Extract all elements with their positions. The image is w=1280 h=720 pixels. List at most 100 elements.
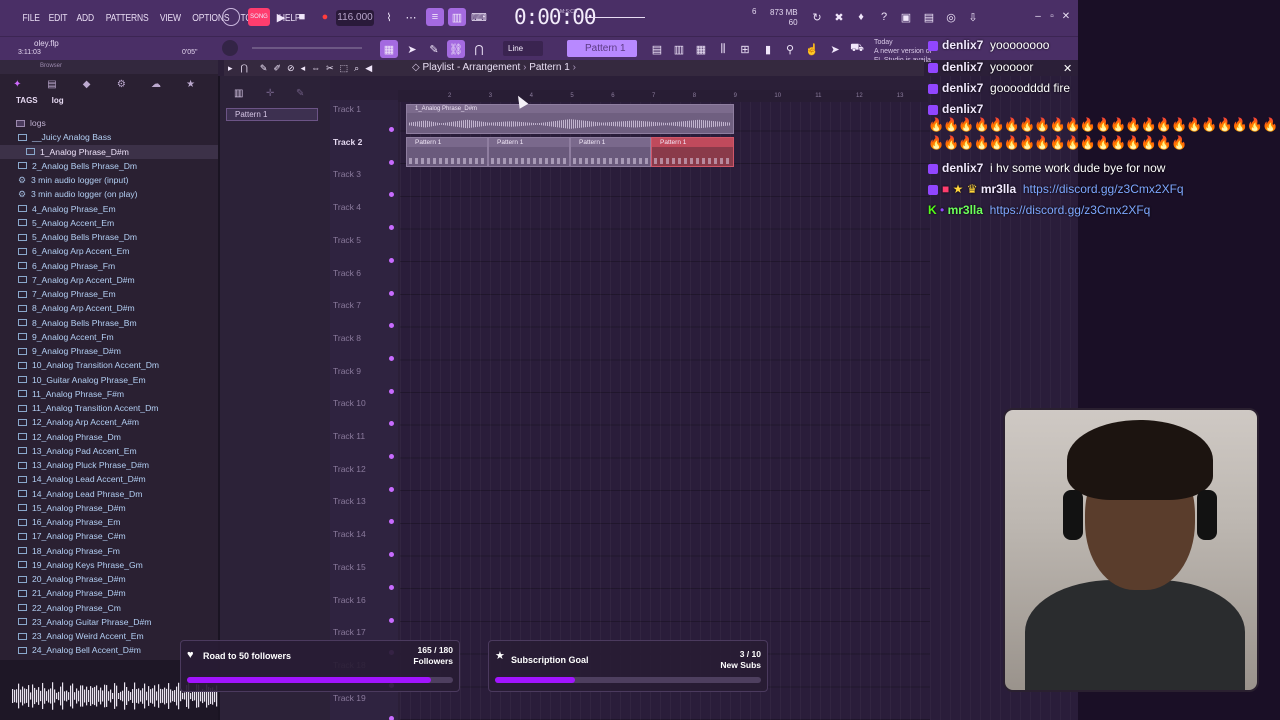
chat-link[interactable]: https://discord.gg/z3Cmx2XFq xyxy=(1023,182,1184,196)
database-icon[interactable]: ⚙ xyxy=(115,79,127,91)
browser-file-item[interactable]: 13_Analog Pluck Phrase_D#m xyxy=(0,458,218,472)
track-mute-led[interactable] xyxy=(389,421,394,427)
playlist-breadcrumb[interactable]: Pattern 1 xyxy=(529,62,570,73)
menu-patterns[interactable]: PATTERNS xyxy=(103,13,151,24)
arrow-icon[interactable]: ➤ xyxy=(403,40,421,58)
magnet-snap-icon[interactable]: ⋂ xyxy=(241,63,248,74)
track-mute-led[interactable] xyxy=(389,715,394,720)
close-icon[interactable]: ✕ xyxy=(1060,11,1072,23)
pointer-icon[interactable]: ➤ xyxy=(826,40,844,58)
browser-file-item[interactable]: 13_Analog Pad Accent_Em xyxy=(0,444,218,458)
restore-icon[interactable]: ▫ xyxy=(1046,11,1058,23)
cloud-icon[interactable]: ☁ xyxy=(150,79,162,91)
slip-tool-icon[interactable]: ⇔ xyxy=(311,63,320,73)
browser-file-item[interactable]: 20_Analog Phrase_D#m xyxy=(0,572,218,586)
pencil-icon[interactable]: ✎ xyxy=(425,40,443,58)
pattern-clip-selected[interactable]: Pattern 1 xyxy=(651,137,734,167)
log-label[interactable]: log xyxy=(52,96,64,110)
plug-icon[interactable]: ⚲ xyxy=(781,40,799,58)
browser-file-item[interactable]: 14_Analog Lead Phrase_Dm xyxy=(0,487,218,501)
track-label[interactable]: Track 17 xyxy=(333,627,366,637)
edit-icon[interactable]: ✎ xyxy=(296,88,304,99)
track-mute-led[interactable] xyxy=(389,552,394,558)
play-icon[interactable]: ▶ xyxy=(272,8,290,26)
stop-icon[interactable]: ■ xyxy=(293,8,311,26)
pattern-clip[interactable]: Pattern 1 xyxy=(570,137,651,167)
menu-edit[interactable]: EDIT xyxy=(46,13,70,24)
playlist-icon[interactable]: ▤ xyxy=(648,40,666,58)
pattern-clip[interactable]: Pattern 1 xyxy=(406,137,488,167)
piano-roll-icon[interactable]: ▦ xyxy=(380,40,398,58)
chat-link[interactable]: https://discord.gg/z3Cmx2XFq xyxy=(990,203,1151,217)
browser-file-item[interactable]: 11_Analog Phrase_F#m xyxy=(0,387,218,401)
menu-add[interactable]: ADD xyxy=(74,13,97,24)
browser-file-item[interactable]: 4_Analog Phrase_Em xyxy=(0,202,218,216)
master-volume-knob-icon[interactable] xyxy=(222,8,240,26)
pattern-clip[interactable]: Pattern 1 xyxy=(488,137,570,167)
track-label[interactable]: Track 5 xyxy=(333,235,361,245)
track-label[interactable]: Track 12 xyxy=(333,464,366,474)
cart-icon[interactable]: ⛟ xyxy=(848,40,866,58)
track-label[interactable]: Track 4 xyxy=(333,202,361,212)
track-label[interactable]: Track 14 xyxy=(333,529,366,539)
playback-tool-icon[interactable]: ◀ xyxy=(365,63,372,74)
link-icon[interactable]: ⛓ xyxy=(447,40,465,58)
track-label[interactable]: Track 1 xyxy=(333,104,361,114)
slice-tool-icon[interactable]: ✂ xyxy=(326,63,334,74)
browser-file-item[interactable]: __Juicy Analog Bass xyxy=(0,130,218,144)
browser-file-item[interactable]: 2_Analog Bells Phrase_Dm xyxy=(0,159,218,173)
chat-close-icon[interactable]: ✕ xyxy=(1063,62,1072,75)
browser-file-item[interactable]: 12_Analog Arp Accent_A#m xyxy=(0,415,218,429)
track-mute-led[interactable] xyxy=(389,617,394,623)
track-label[interactable]: Track 16 xyxy=(333,595,366,605)
microphone-icon[interactable]: ♦ xyxy=(852,8,870,26)
browser-file-item[interactable]: ⚙ 3 min audio logger (input) xyxy=(0,173,218,187)
track-mute-led[interactable] xyxy=(389,454,394,459)
project-icon[interactable]: ▮ xyxy=(759,40,777,58)
browser-file-item[interactable]: 9_Analog Accent_Fm xyxy=(0,330,218,344)
browser-file-item[interactable]: 7_Analog Phrase_Em xyxy=(0,287,218,301)
undo-history-icon[interactable]: ↻ xyxy=(808,8,826,26)
track-mute-led[interactable] xyxy=(389,323,394,329)
all-icon[interactable]: ✦ xyxy=(11,79,23,91)
track-label[interactable]: Track 9 xyxy=(333,366,361,376)
browser-file-item[interactable]: 5_Analog Accent_Em xyxy=(0,216,218,230)
browser-file-item[interactable]: 8_Analog Bells Phrase_Bm xyxy=(0,316,218,330)
piano-keys-icon[interactable]: ▥ xyxy=(234,88,243,99)
pattern-selector[interactable]: Pattern 1 xyxy=(567,40,637,57)
browser-file-item[interactable]: 6_Analog Arp Accent_Em xyxy=(0,244,218,258)
browser-file-item[interactable]: 1_Analog Phrase_D#m xyxy=(0,144,218,159)
wait-input-icon[interactable]: ⋯ xyxy=(402,8,420,26)
track-label[interactable]: Track 2 xyxy=(333,137,362,147)
record-icon[interactable]: ● xyxy=(316,8,334,26)
browser-file-item[interactable]: 15_Analog Phrase_D#m xyxy=(0,501,218,515)
track-label[interactable]: Track 15 xyxy=(333,562,366,572)
track-label[interactable]: Track 7 xyxy=(333,300,361,310)
audio-clip[interactable]: 1_Analog Phrase_D#m xyxy=(406,104,734,134)
browser-file-item[interactable]: 14_Analog Lead Accent_D#m xyxy=(0,472,218,486)
minimize-icon[interactable]: – xyxy=(1032,11,1044,23)
hint-knob-icon[interactable] xyxy=(222,40,238,56)
star-icon[interactable]: ★ xyxy=(185,79,197,91)
snap-mode-select[interactable]: Line xyxy=(503,41,543,56)
track-mute-led[interactable] xyxy=(389,192,394,198)
browser-icon[interactable]: ⊞ xyxy=(736,40,754,58)
typing-keyboard-icon[interactable]: ⌨ xyxy=(470,8,488,26)
mute-tool-icon[interactable]: ◂ xyxy=(301,63,306,74)
browser-file-item[interactable]: ⚙ 3 min audio logger (on play) xyxy=(0,187,218,201)
track-mute-led[interactable] xyxy=(389,257,394,263)
track-label[interactable]: Track 8 xyxy=(333,333,361,343)
plugin-icon[interactable]: ▤ xyxy=(920,8,938,26)
track-label[interactable]: Track 19 xyxy=(333,693,366,703)
help-icon[interactable]: ? xyxy=(875,8,893,26)
track-mute-led[interactable] xyxy=(389,519,394,525)
browser-file-item[interactable]: 19_Analog Keys Phrase_Gm xyxy=(0,558,218,572)
tags-label[interactable]: TAGS xyxy=(16,96,38,110)
zoom-tool-icon[interactable]: ⌕ xyxy=(354,63,359,74)
browser-file-item[interactable]: 10_Guitar Analog Phrase_Em xyxy=(0,373,218,387)
select-tool-icon[interactable]: ⬚ xyxy=(340,63,349,74)
magnet-icon[interactable]: ⋂ xyxy=(470,40,488,58)
browser-file-item[interactable]: 16_Analog Phrase_Em xyxy=(0,515,218,529)
browser-file-item[interactable]: 17_Analog Phrase_C#m xyxy=(0,529,218,543)
metronome-icon[interactable]: ⌇ xyxy=(380,8,398,26)
